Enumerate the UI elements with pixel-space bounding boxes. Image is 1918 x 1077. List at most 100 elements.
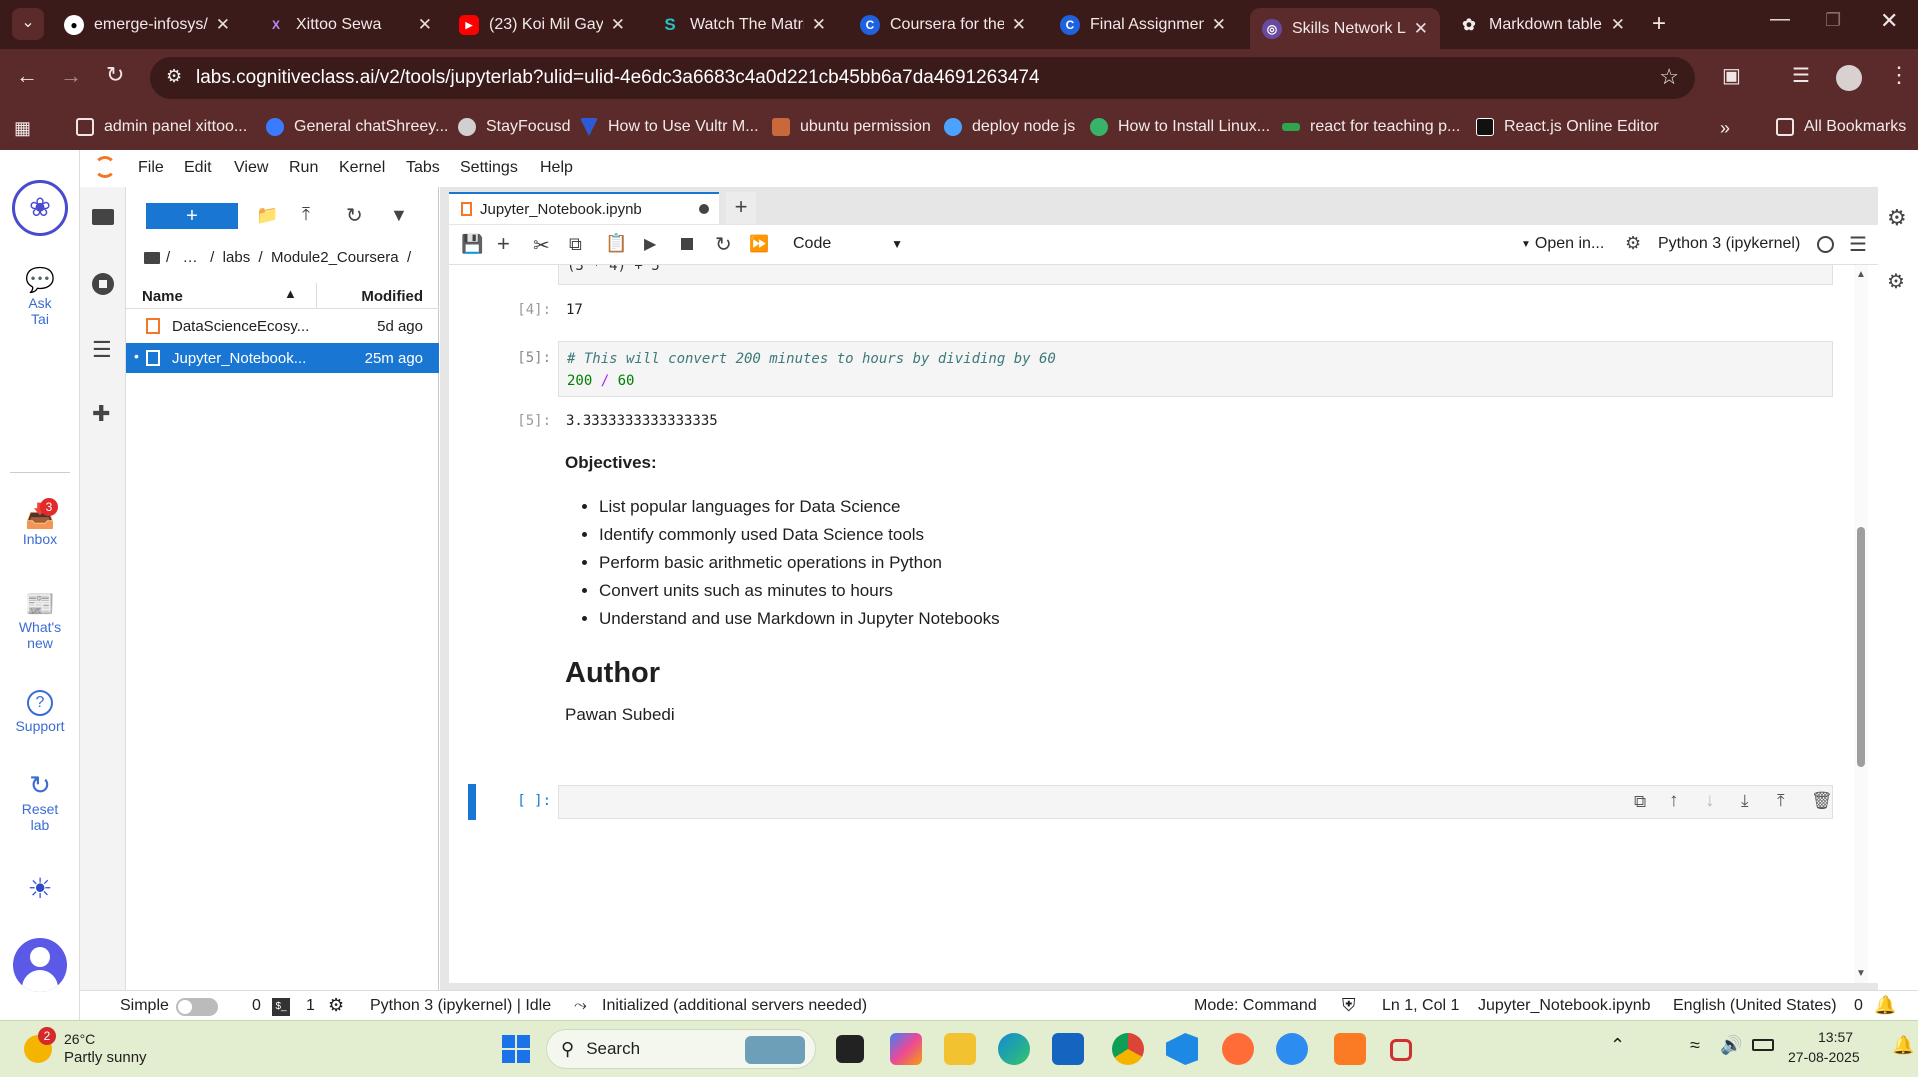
close-tab-icon[interactable]: ✕ xyxy=(418,15,432,35)
lsp-status[interactable]: Initialized (additional servers needed) xyxy=(602,997,867,1015)
clock-time[interactable]: 13:57 xyxy=(1818,1029,1853,1045)
copilot-icon[interactable] xyxy=(890,1033,922,1065)
running-kernels-icon[interactable] xyxy=(92,273,114,295)
apps-icon[interactable]: ▦ xyxy=(14,118,31,139)
move-down-icon[interactable]: ↓ xyxy=(1705,790,1715,812)
support-button[interactable]: ? Support xyxy=(0,690,80,734)
xampp-icon[interactable] xyxy=(1334,1033,1366,1065)
menu-tabs[interactable]: Tabs xyxy=(406,159,440,177)
insert-cell-icon[interactable]: + xyxy=(497,231,510,257)
scrollbar-track[interactable]: ▲ ▼ xyxy=(1854,265,1868,983)
copy-icon[interactable]: ⧉ xyxy=(569,234,582,255)
battery-icon[interactable] xyxy=(1752,1039,1774,1051)
inbox-button[interactable]: 📥 3 Inbox xyxy=(0,498,80,547)
postman-icon[interactable] xyxy=(1222,1033,1254,1065)
refresh-icon[interactable]: ↻ xyxy=(346,203,363,228)
menu-kernel[interactable]: Kernel xyxy=(339,159,385,177)
code-cell[interactable]: # This will convert 200 minutes to hours… xyxy=(558,341,1833,397)
insert-above-icon[interactable]: ⤓ xyxy=(1741,791,1749,811)
browser-tab[interactable]: S Watch The Matri ✕ xyxy=(648,8,838,42)
stop-icon[interactable] xyxy=(681,238,693,250)
profile-avatar[interactable] xyxy=(1836,65,1862,91)
tab-search-button[interactable]: ⌄ xyxy=(12,8,44,40)
chrome-icon[interactable] xyxy=(1112,1033,1144,1065)
bookmark-item[interactable]: React.js Online Editor xyxy=(1476,118,1659,136)
debugger-bug-icon[interactable]: ⚙ xyxy=(1887,269,1905,294)
folder-icon[interactable] xyxy=(144,251,160,264)
back-icon[interactable]: ← xyxy=(16,63,38,89)
scrollbar-thumb[interactable] xyxy=(1857,527,1865,767)
ask-tai-button[interactable]: 💬 Ask Tai xyxy=(0,266,80,327)
browser-tab[interactable]: ✿ Markdown table ✕ xyxy=(1447,8,1637,42)
file-browser-icon[interactable] xyxy=(92,209,114,225)
kernel-status[interactable]: Python 3 (ipykernel) | Idle xyxy=(370,997,551,1015)
scroll-down-icon[interactable]: ▼ xyxy=(1856,968,1866,979)
table-of-contents-icon[interactable]: ☰ xyxy=(92,337,112,363)
browser-tab[interactable]: C Final Assignmen ✕ xyxy=(1048,8,1238,42)
insert-below-icon[interactable]: ⤒ xyxy=(1777,791,1785,811)
sort-ascending-icon[interactable]: ▲ xyxy=(284,286,297,301)
notifications-count[interactable]: 0 xyxy=(1854,997,1863,1015)
open-in-button[interactable]: ▼ Open in... xyxy=(1521,235,1604,253)
menu-settings[interactable]: Settings xyxy=(460,159,518,177)
browser-tab[interactable]: ● emerge-infosys/ ✕ xyxy=(52,8,242,42)
browser-tab-active[interactable]: ◎ Skills Network L ✕ xyxy=(1250,8,1440,49)
menu-file[interactable]: File xyxy=(138,159,164,177)
bookmark-item[interactable]: admin panel xittoo... xyxy=(76,118,247,136)
task-view-icon[interactable] xyxy=(836,1035,864,1063)
bookmark-item[interactable]: deploy node js xyxy=(944,118,1075,136)
new-folder-icon[interactable]: 📁 xyxy=(256,205,278,226)
minimize-window-icon[interactable]: — xyxy=(1770,8,1790,31)
close-tab-icon[interactable]: ✕ xyxy=(1414,19,1428,39)
close-tab-icon[interactable]: ✕ xyxy=(611,15,625,35)
menu-edit[interactable]: Edit xyxy=(184,159,212,177)
close-tab-icon[interactable]: ✕ xyxy=(216,15,230,35)
vscode-icon[interactable] xyxy=(1166,1033,1198,1065)
save-icon[interactable]: 💾 xyxy=(461,234,483,255)
taskbar-search[interactable]: ⚲ Search xyxy=(546,1029,816,1069)
restart-icon[interactable]: ↻ xyxy=(715,232,732,257)
code-cell-partial[interactable]: (3 * 4) + 5 xyxy=(558,265,1833,285)
file-row-selected[interactable]: • Jupyter_Notebook... 25m ago xyxy=(126,343,439,373)
unsaved-dot-icon[interactable] xyxy=(699,204,709,214)
name-column-header[interactable]: Name xyxy=(142,288,183,305)
more-bookmarks-icon[interactable]: » xyxy=(1720,118,1730,139)
close-tab-icon[interactable]: ✕ xyxy=(1611,15,1625,35)
url-bar[interactable]: ⚙ labs.cognitiveclass.ai/v2/tools/jupyte… xyxy=(150,57,1695,99)
media-controls-icon[interactable]: ☰ xyxy=(1792,63,1810,88)
extensions-icon[interactable]: ▣ xyxy=(1722,63,1741,88)
menu-help[interactable]: Help xyxy=(540,159,573,177)
markdown-cell[interactable]: Objectives: List popular languages for D… xyxy=(565,445,1825,729)
site-info-icon[interactable]: ⚙ xyxy=(166,66,182,87)
chrome-menu-icon[interactable]: ⋮ xyxy=(1888,62,1910,88)
breadcrumb-path[interactable]: / … / labs / Module2_Coursera / xyxy=(166,249,411,266)
theme-toggle-icon[interactable]: ☀ xyxy=(0,872,80,905)
file-row[interactable]: DataScienceEcosy... 5d ago xyxy=(126,311,439,341)
all-bookmarks[interactable]: All Bookmarks xyxy=(1776,118,1906,136)
run-all-icon[interactable]: ⏩ xyxy=(749,234,769,254)
network-icon[interactable]: ≈ xyxy=(1690,1035,1700,1056)
bookmark-item[interactable]: General chatShreey... xyxy=(266,118,448,136)
app-icon[interactable] xyxy=(1276,1033,1308,1065)
delete-cell-icon[interactable]: 🗑 xyxy=(1811,791,1833,811)
new-launcher-button[interactable]: + xyxy=(146,203,238,229)
microsoft-store-icon[interactable] xyxy=(1052,1033,1084,1065)
close-tab-icon[interactable]: ✕ xyxy=(812,15,826,35)
bell-icon[interactable]: 🔔 xyxy=(1874,995,1896,1016)
close-tab-icon[interactable]: ✕ xyxy=(1212,15,1226,35)
scroll-up-icon[interactable]: ▲ xyxy=(1856,269,1866,280)
close-tab-icon[interactable]: ✕ xyxy=(1012,15,1026,35)
user-avatar[interactable] xyxy=(13,938,67,992)
weather-widget[interactable]: 2 26°C Partly sunny xyxy=(18,1027,178,1071)
property-inspector-icon[interactable]: ☰ xyxy=(1849,232,1867,257)
empty-code-cell[interactable]: ⧉ ↑ ↓ ⤓ ⤒ 🗑 xyxy=(558,785,1833,819)
file-explorer-icon[interactable] xyxy=(944,1033,976,1065)
debugger-icon[interactable]: ⚙ xyxy=(1625,233,1641,254)
browser-tab[interactable]: X Xittoo Sewa ✕ xyxy=(254,8,444,42)
clock-date[interactable]: 27-08-2025 xyxy=(1788,1049,1860,1065)
snipping-tool-icon[interactable] xyxy=(1390,1039,1412,1061)
bookmark-item[interactable]: StayFocusd xyxy=(458,118,570,136)
bookmark-item[interactable]: How to Install Linux... xyxy=(1090,118,1270,136)
upload-icon[interactable]: ⤒ xyxy=(302,204,310,225)
paste-icon[interactable]: 📋 xyxy=(605,233,627,254)
